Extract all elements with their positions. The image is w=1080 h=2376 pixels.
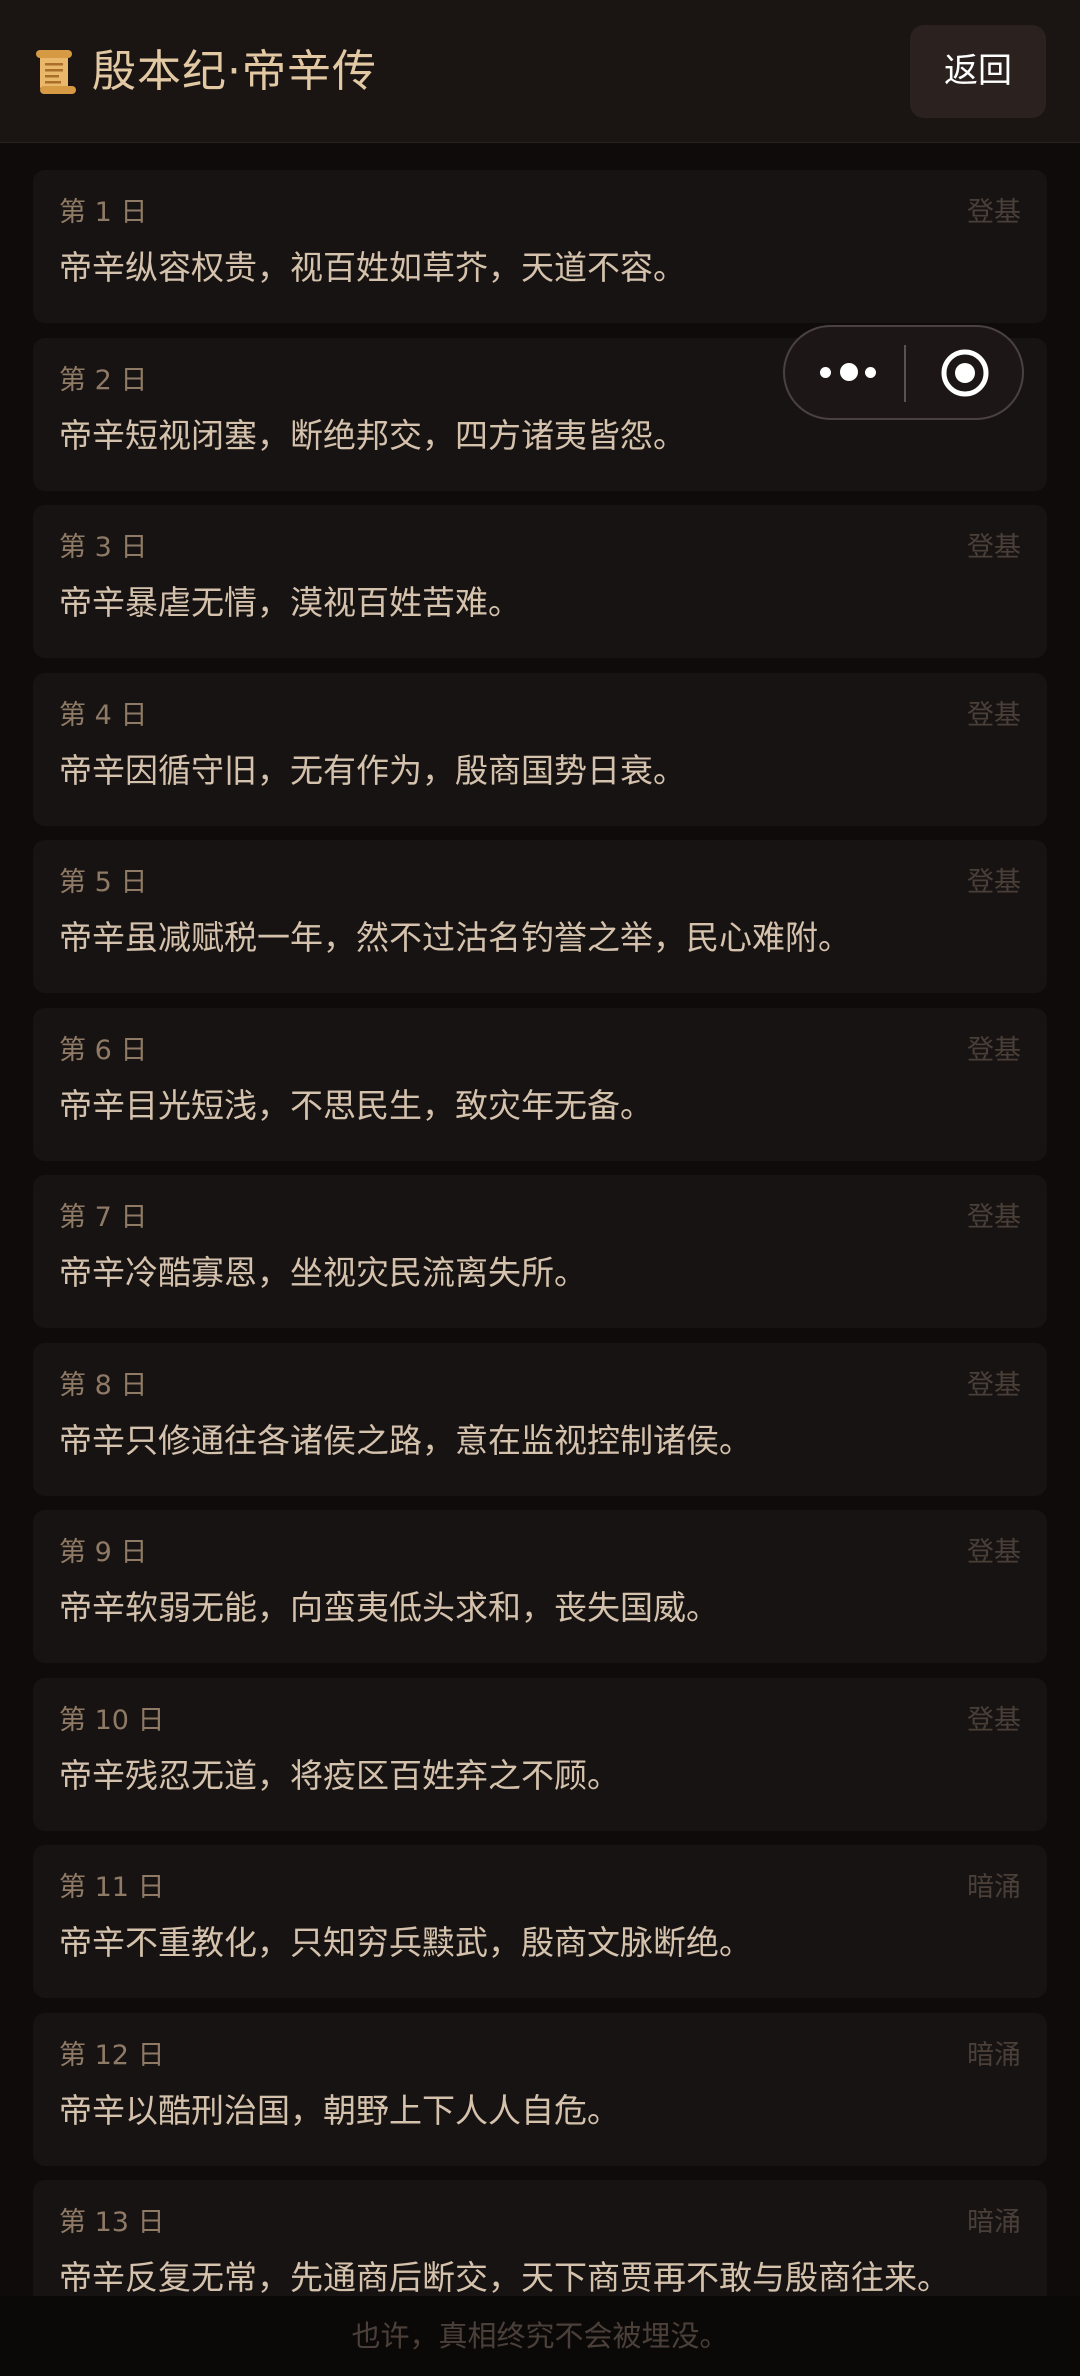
entry-tag: 登基: [967, 1034, 1021, 1066]
entry-text: 帝辛纵容权贵，视百姓如草芥，天道不容。: [59, 248, 686, 287]
mini-program-capsule: [783, 325, 1024, 420]
entry-card[interactable]: 第 10 日 登基帝辛残忍无道，将疫区百姓弃之不顾。: [33, 1677, 1047, 1831]
back-button[interactable]: 返回: [910, 25, 1046, 118]
target-close-icon[interactable]: [940, 348, 990, 398]
entry-day: 第 13 日: [59, 2207, 165, 2238]
entry-card[interactable]: 第 1 日 登基帝辛纵容权贵，视百姓如草芥，天道不容。: [33, 170, 1047, 323]
entry-text: 帝辛软弱无能，向蛮夷低头求和，丧失国威。: [59, 1588, 719, 1627]
page-title: 殷本纪·帝辛传: [92, 46, 377, 97]
entry-card[interactable]: 第 11 日 暗涌帝辛不重教化，只知穷兵黩武，殷商文脉断绝。: [33, 1845, 1047, 1998]
entry-day: 第 3 日: [59, 532, 148, 563]
entry-tag: 登基: [967, 1202, 1021, 1233]
more-dots-icon[interactable]: [820, 361, 880, 385]
entry-day: 第 4 日: [59, 699, 148, 731]
entry-text: 帝辛冷酷寡恩，坐视灾民流离失所。: [59, 1253, 587, 1292]
entry-text: 帝辛只修通往各诸侯之路，意在监视控制诸侯。: [59, 1420, 752, 1460]
entry-day: 第 9 日: [59, 1537, 148, 1568]
page: 殷本纪·帝辛传 返回 第 1 日登基 帝辛纵容权贵，视百姓如草芥，天道不容。第 2…: [0, 0, 1080, 2376]
entry-day: 第 6 日: [59, 1034, 148, 1066]
entry-text: 帝辛残忍无道，将疫区百姓弃之不顾。: [59, 1755, 620, 1795]
capsule-divider: [904, 345, 906, 402]
entry-card[interactable]: 第 4 日 登基帝辛因循守旧，无有作为，殷商国势日衰。: [33, 672, 1047, 826]
entry-tag: 登基: [967, 1537, 1021, 1568]
entry-text: 帝辛虽减赋税一年，然不过沽名钓誉之举，民心难附。: [59, 918, 851, 957]
entry-card[interactable]: 第 9 日 登基帝辛软弱无能，向蛮夷低头求和，丧失国威。: [33, 1510, 1047, 1663]
entry-card[interactable]: 第 5 日 登基帝辛虽减赋税一年，然不过沽名钓誉之举，民心难附。: [33, 840, 1047, 993]
entry-card[interactable]: 第 6 日 登基帝辛目光短浅，不思民生，致灾年无备。: [33, 1007, 1047, 1161]
entry-text: 帝辛以酷刑治国，朝野上下人人自危。: [59, 2090, 620, 2130]
header-bar: 殷本纪·帝辛传 返回: [0, 0, 1080, 143]
entry-tag: 登基: [967, 699, 1021, 731]
entry-card[interactable]: 第 8 日 登基帝辛只修通往各诸侯之路，意在监视控制诸侯。: [33, 1342, 1047, 1496]
entry-text: 帝辛不重教化，只知穷兵黩武，殷商文脉断绝。: [59, 1923, 752, 1962]
entry-tag: 登基: [967, 197, 1021, 228]
entry-text: 帝辛反复无常，先通商后断交，天下商贾再不敢与殷商往来。: [59, 2258, 950, 2297]
entry-text: 帝辛因循守旧，无有作为，殷商国势日衰。: [59, 750, 686, 790]
entry-card[interactable]: 第 3 日 登基帝辛暴虐无情，漠视百姓苦难。: [33, 505, 1047, 658]
entry-card[interactable]: 第 12 日 暗涌帝辛以酷刑治国，朝野上下人人自危。: [33, 2012, 1047, 2166]
entry-day: 第 5 日: [59, 867, 148, 898]
entry-list: 第 1 日登基帝辛纵容权贵，视百姓如草芥，天道不容。第 2 日登基帝辛短视闭塞，…: [33, 170, 1047, 2348]
entry-day: 第 10 日: [59, 1704, 165, 1736]
entry-tag: 登基: [967, 1704, 1021, 1736]
entry-card[interactable]: 第 7 日 登基帝辛冷酷寡恩，坐视灾民流离失所。: [33, 1175, 1047, 1328]
entry-tag: 登基: [967, 867, 1021, 898]
scroll-icon: [36, 50, 76, 94]
footer-caption: 也许，真相终究不会被埋没。: [0, 2296, 1080, 2376]
entry-day: 第 1 日: [59, 197, 148, 228]
entry-tag: 登基: [967, 532, 1021, 563]
entry-text: 帝辛暴虐无情，漠视百姓苦难。: [59, 583, 521, 622]
entry-tag: 登基: [967, 1369, 1021, 1401]
entry-day: 第 12 日: [59, 2039, 165, 2071]
entry-day: 第 7 日: [59, 1202, 148, 1233]
entry-day: 第 8 日: [59, 1369, 148, 1401]
entry-day: 第 11 日: [59, 1872, 165, 1903]
entry-tag: 暗涌: [967, 2039, 1021, 2071]
entry-day: 第 2 日: [59, 364, 148, 396]
entry-text: 帝辛目光短浅，不思民生，致灾年无备。: [59, 1085, 653, 1125]
entry-text: 帝辛短视闭塞，断绝邦交，四方诸夷皆怨。: [59, 415, 686, 455]
entry-tag: 暗涌: [967, 1872, 1021, 1903]
entry-tag: 暗涌: [967, 2207, 1021, 2238]
